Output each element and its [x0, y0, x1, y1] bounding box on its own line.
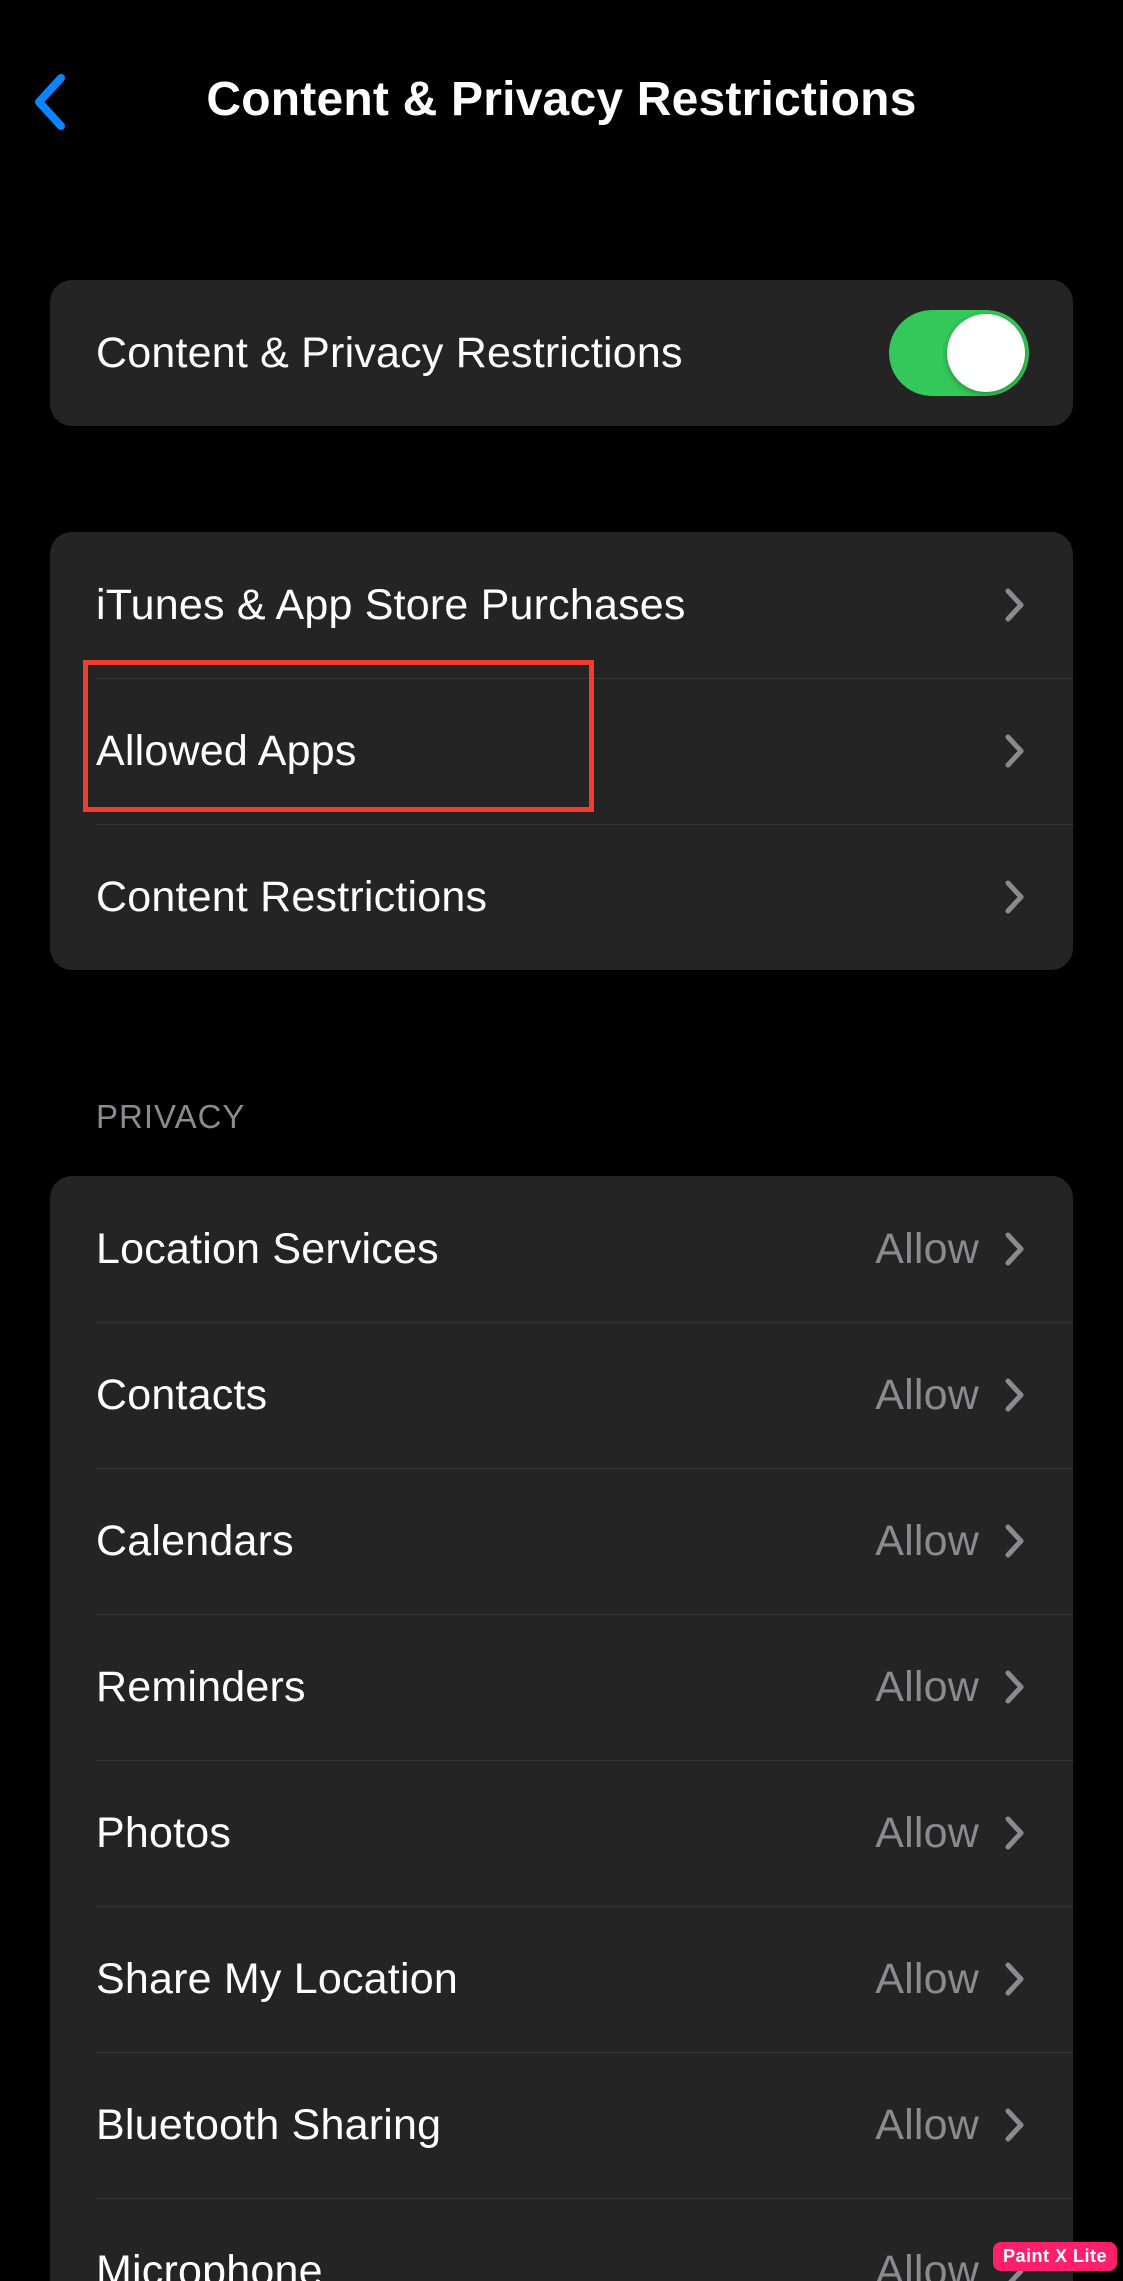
row-location-services[interactable]: Location Services Allow	[50, 1176, 1073, 1322]
page-title: Content & Privacy Restrictions	[206, 72, 916, 127]
chevron-right-icon	[1001, 875, 1029, 919]
row-label: Microphone	[96, 2247, 323, 2281]
group-nav: iTunes & App Store Purchases Allowed App…	[50, 532, 1073, 970]
chevron-right-icon	[1001, 1665, 1029, 1709]
row-value: Allow	[875, 1955, 979, 2004]
chevron-right-icon	[1001, 583, 1029, 627]
row-value: Allow	[875, 1517, 979, 1566]
row-label: Content Restrictions	[96, 873, 487, 922]
row-bluetooth-sharing[interactable]: Bluetooth Sharing Allow	[50, 2052, 1073, 2198]
row-allowed-apps[interactable]: Allowed Apps	[50, 678, 1073, 824]
row-label: Calendars	[96, 1517, 294, 1566]
row-label: Reminders	[96, 1663, 306, 1712]
row-calendars[interactable]: Calendars Allow	[50, 1468, 1073, 1614]
page-header: Content & Privacy Restrictions	[0, 0, 1123, 180]
toggle-switch[interactable]	[889, 310, 1029, 396]
chevron-right-icon	[1001, 1957, 1029, 2001]
row-value: Allow	[875, 1809, 979, 1858]
chevron-right-icon	[1001, 729, 1029, 773]
group-main-toggle: Content & Privacy Restrictions	[50, 280, 1073, 426]
row-label: Location Services	[96, 1225, 439, 1274]
back-button[interactable]	[24, 72, 76, 132]
row-value: Allow	[875, 1225, 979, 1274]
row-label: Photos	[96, 1809, 231, 1858]
toggle-label: Content & Privacy Restrictions	[96, 329, 683, 378]
row-photos[interactable]: Photos Allow	[50, 1760, 1073, 1906]
chevron-left-icon	[33, 74, 67, 130]
row-label: iTunes & App Store Purchases	[96, 581, 686, 630]
toggle-knob	[947, 314, 1025, 392]
chevron-right-icon	[1001, 1373, 1029, 1417]
row-content-privacy-toggle[interactable]: Content & Privacy Restrictions	[50, 280, 1073, 426]
row-value: Allow	[875, 2101, 979, 2150]
row-label: Allowed Apps	[96, 727, 357, 776]
row-value: Allow	[875, 2247, 979, 2281]
row-value: Allow	[875, 1371, 979, 1420]
row-contacts[interactable]: Contacts Allow	[50, 1322, 1073, 1468]
row-itunes-purchases[interactable]: iTunes & App Store Purchases	[50, 532, 1073, 678]
chevron-right-icon	[1001, 2103, 1029, 2147]
row-value: Allow	[875, 1663, 979, 1712]
chevron-right-icon	[1001, 1519, 1029, 1563]
row-label: Contacts	[96, 1371, 267, 1420]
section-header-privacy: PRIVACY	[96, 1098, 1123, 1136]
chevron-right-icon	[1001, 1811, 1029, 1855]
row-label: Share My Location	[96, 1955, 458, 2004]
row-reminders[interactable]: Reminders Allow	[50, 1614, 1073, 1760]
row-share-my-location[interactable]: Share My Location Allow	[50, 1906, 1073, 2052]
row-microphone[interactable]: Microphone Allow	[50, 2198, 1073, 2281]
watermark-badge: Paint X Lite	[993, 2242, 1117, 2271]
row-content-restrictions[interactable]: Content Restrictions	[50, 824, 1073, 970]
chevron-right-icon	[1001, 1227, 1029, 1271]
row-label: Bluetooth Sharing	[96, 2101, 441, 2150]
group-privacy: Location Services Allow Contacts Allow C…	[50, 1176, 1073, 2281]
